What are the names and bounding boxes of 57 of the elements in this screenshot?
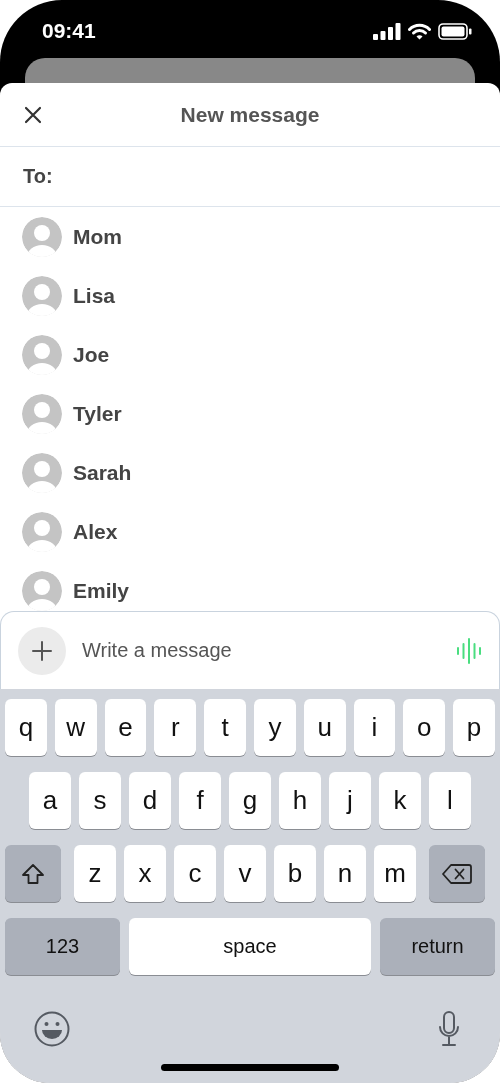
emoji-icon[interactable] <box>34 1011 70 1047</box>
wifi-icon <box>408 22 431 40</box>
letter-key[interactable]: j <box>329 772 371 829</box>
backspace-key[interactable] <box>429 845 485 902</box>
return-key[interactable]: return <box>380 918 495 975</box>
letter-key[interactable]: d <box>129 772 171 829</box>
contact-item[interactable]: Sarah <box>0 443 500 502</box>
letter-key[interactable]: b <box>274 845 316 902</box>
recipient-label: To: <box>23 165 53 188</box>
shift-key[interactable] <box>5 845 61 902</box>
backspace-icon <box>442 862 472 885</box>
contact-item[interactable]: Lisa <box>0 266 500 325</box>
plus-icon <box>32 640 52 661</box>
close-icon <box>24 105 42 124</box>
letter-key[interactable]: l <box>429 772 471 829</box>
space-key[interactable]: space <box>129 918 371 975</box>
letter-key[interactable]: g <box>229 772 271 829</box>
contact-item[interactable]: Tyler <box>0 384 500 443</box>
letter-key[interactable]: v <box>224 845 266 902</box>
avatar-icon <box>22 275 62 316</box>
avatar-icon <box>22 452 62 493</box>
letter-key[interactable]: p <box>453 699 495 756</box>
avatar-icon <box>22 393 62 434</box>
letter-key[interactable]: k <box>379 772 421 829</box>
letter-key[interactable]: s <box>79 772 121 829</box>
add-button[interactable] <box>18 626 66 675</box>
letter-key[interactable]: n <box>324 845 366 902</box>
contact-item[interactable]: Alex <box>0 502 500 561</box>
letter-key[interactable]: h <box>279 772 321 829</box>
letter-key[interactable]: c <box>174 845 216 902</box>
voice-wave-icon <box>456 637 482 664</box>
letter-key[interactable]: t <box>204 699 246 756</box>
avatar-icon <box>22 334 62 375</box>
letter-key[interactable]: u <box>303 699 346 756</box>
battery-icon <box>438 22 472 40</box>
letter-key[interactable]: q <box>5 699 47 756</box>
avatar-icon <box>22 216 62 257</box>
avatar-icon <box>22 511 62 552</box>
letter-key[interactable]: m <box>374 845 416 902</box>
letter-key[interactable]: x <box>124 845 166 902</box>
status-time: 09:41 <box>42 18 96 43</box>
contact-item[interactable]: Mom <box>0 207 500 266</box>
letter-key[interactable]: r <box>154 699 197 756</box>
microphone-icon[interactable] <box>438 1011 460 1047</box>
sheet-title: New message <box>180 102 320 127</box>
letter-key[interactable]: o <box>403 699 446 756</box>
letter-key[interactable]: z <box>74 845 116 902</box>
letter-key[interactable]: y <box>254 699 296 756</box>
letter-key[interactable]: a <box>29 772 71 829</box>
shift-icon <box>21 862 45 885</box>
contact-item[interactable]: Joe <box>0 325 500 384</box>
letter-key[interactable]: i <box>353 699 396 756</box>
signal-icon <box>373 22 401 40</box>
letter-key[interactable]: w <box>54 699 97 756</box>
letter-key[interactable]: e <box>104 699 147 756</box>
numbers-key[interactable]: 123 <box>5 918 120 975</box>
letter-key[interactable]: f <box>179 772 221 829</box>
